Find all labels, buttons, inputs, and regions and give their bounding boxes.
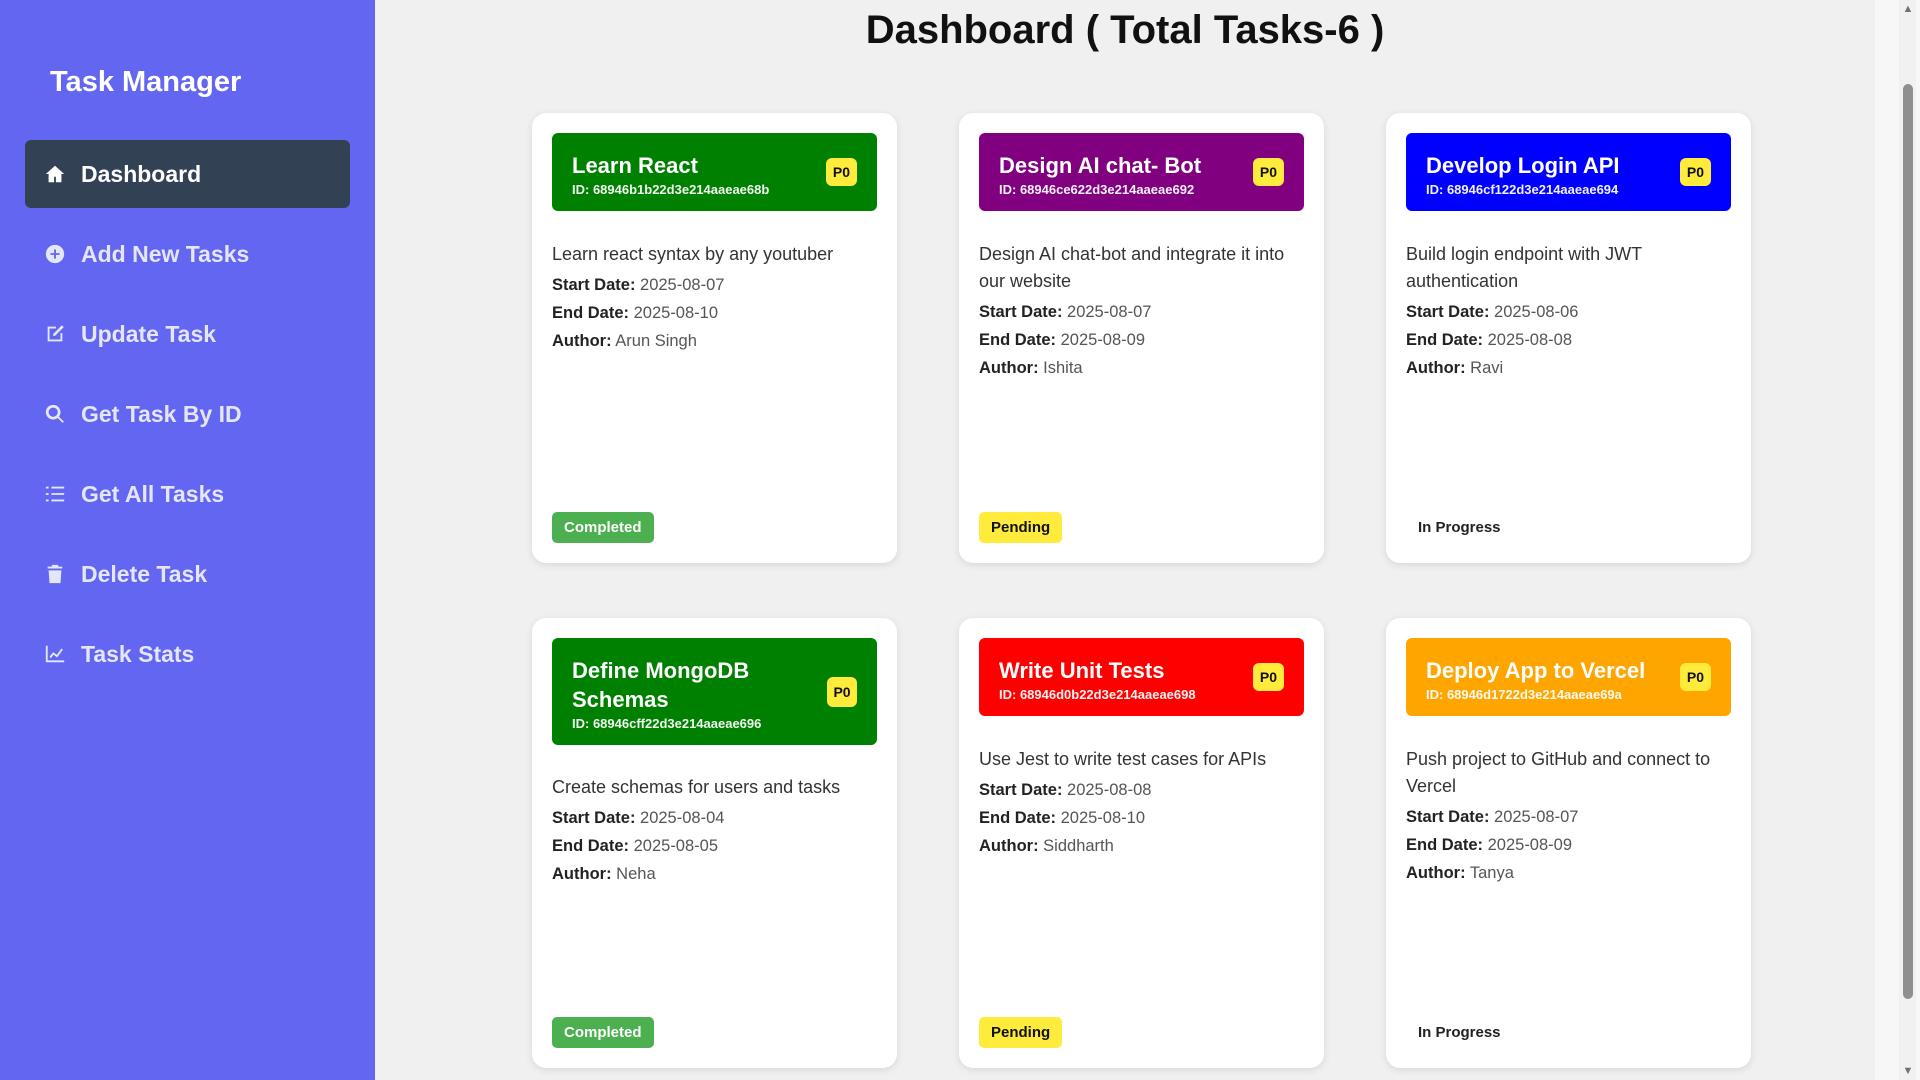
- sidebar-item-get-task-by-id[interactable]: Get Task By ID: [25, 380, 350, 448]
- priority-badge: P0: [1252, 158, 1284, 186]
- sidebar: Task Manager Dashboard Add New Tasks Upd…: [0, 0, 375, 1080]
- priority-badge: P0: [827, 676, 857, 707]
- task-start-date: Start Date: 2025-08-08: [979, 781, 1152, 799]
- task-card[interactable]: Deploy App to Vercel ID: 68946d1722d3e21…: [1386, 618, 1751, 1068]
- task-card-body: Learn react syntax by any youtuber Start…: [552, 241, 877, 355]
- task-card[interactable]: Learn React ID: 68946b1b22d3e214aaeae68b…: [532, 113, 897, 563]
- search-icon: [43, 402, 67, 426]
- task-card-header: Learn React ID: 68946b1b22d3e214aaeae68b…: [552, 133, 877, 211]
- edit-icon: [43, 322, 67, 346]
- task-id: ID: 68946d0b22d3e214aaeae698: [999, 687, 1196, 702]
- task-id: ID: 68946b1b22d3e214aaeae68b: [572, 182, 770, 197]
- task-card-header: Deploy App to Vercel ID: 68946d1722d3e21…: [1406, 638, 1731, 716]
- main-content: Dashboard ( Total Tasks-6 ) Learn React …: [375, 0, 1865, 1080]
- plus-circle-icon: [43, 242, 67, 266]
- task-card[interactable]: Define MongoDB Schemas ID: 68946cff22d3e…: [532, 618, 897, 1068]
- task-title: Develop Login API: [1426, 153, 1620, 178]
- task-description: Push project to GitHub and connect to Ve…: [1406, 749, 1711, 796]
- task-end-date: End Date: 2025-08-08: [1406, 331, 1573, 349]
- sidebar-item-update-task[interactable]: Update Task: [25, 300, 350, 368]
- task-card-body: Create schemas for users and tasks Start…: [552, 774, 877, 888]
- task-card-header: Design AI chat- Bot ID: 68946ce622d3e214…: [979, 133, 1304, 211]
- sidebar-item-label: Delete Task: [81, 560, 208, 587]
- home-icon: [43, 162, 67, 186]
- task-id: ID: 68946cf122d3e214aaeae694: [1426, 182, 1619, 197]
- task-start-date: Start Date: 2025-08-06: [1406, 303, 1579, 321]
- sidebar-item-label: Get All Tasks: [81, 480, 225, 507]
- scrollbar-thumb[interactable]: [1903, 84, 1913, 999]
- status-badge: Completed: [552, 1017, 654, 1048]
- task-card-body: Use Jest to write test cases for APIs St…: [979, 746, 1304, 860]
- task-description: Design AI chat-bot and integrate it into…: [979, 244, 1285, 291]
- sidebar-item-get-all-tasks[interactable]: Get All Tasks: [25, 460, 350, 528]
- scroll-up-arrow-icon[interactable]: ▲: [1901, 2, 1915, 16]
- task-start-date: Start Date: 2025-08-07: [552, 276, 725, 294]
- task-title: Learn React: [572, 153, 698, 178]
- task-author: Author: Neha: [552, 865, 656, 883]
- task-card-header: Define MongoDB Schemas ID: 68946cff22d3e…: [552, 638, 877, 745]
- chart-line-icon: [43, 642, 67, 666]
- task-title: Write Unit Tests: [999, 658, 1165, 683]
- task-id: ID: 68946d1722d3e214aaeae69a: [1426, 687, 1622, 702]
- priority-badge: P0: [1679, 158, 1711, 186]
- task-card-body: Build login endpoint with JWT authentica…: [1406, 241, 1731, 382]
- priority-badge: P0: [825, 158, 857, 186]
- sidebar-item-label: Get Task By ID: [81, 400, 242, 427]
- task-description: Create schemas for users and tasks: [552, 777, 841, 797]
- sidebar-item-label: Dashboard: [81, 160, 202, 187]
- task-card-body: Push project to GitHub and connect to Ve…: [1406, 746, 1731, 887]
- task-card[interactable]: Design AI chat- Bot ID: 68946ce622d3e214…: [959, 113, 1324, 563]
- list-icon: [43, 482, 67, 506]
- task-end-date: End Date: 2025-08-09: [1406, 836, 1573, 854]
- task-start-date: Start Date: 2025-08-07: [979, 303, 1152, 321]
- task-description: Learn react syntax by any youtuber: [552, 244, 834, 264]
- scroll-down-arrow-icon[interactable]: ▼: [1901, 1064, 1915, 1078]
- sidebar-item-dashboard[interactable]: Dashboard: [25, 140, 350, 208]
- status-badge: In Progress: [1406, 512, 1513, 543]
- page-title: Dashboard ( Total Tasks-6 ): [865, 8, 1385, 52]
- priority-badge: P0: [1679, 663, 1711, 691]
- task-author: Author: Ravi: [1406, 359, 1504, 377]
- sidebar-item-label: Add New Tasks: [81, 240, 250, 267]
- sidebar-item-task-stats[interactable]: Task Stats: [25, 620, 350, 688]
- task-end-date: End Date: 2025-08-05: [552, 837, 719, 855]
- task-title: Design AI chat- Bot: [999, 153, 1202, 178]
- task-id: ID: 68946cff22d3e214aaeae696: [572, 716, 762, 731]
- task-author: Author: Arun Singh: [552, 332, 697, 350]
- task-card-header: Write Unit Tests ID: 68946d0b22d3e214aae…: [979, 638, 1304, 716]
- task-description: Build login endpoint with JWT authentica…: [1406, 244, 1642, 291]
- task-id: ID: 68946ce622d3e214aaeae692: [999, 182, 1195, 197]
- task-end-date: End Date: 2025-08-10: [552, 304, 719, 322]
- priority-badge: P0: [1252, 663, 1284, 691]
- task-end-date: End Date: 2025-08-09: [979, 331, 1146, 349]
- task-card[interactable]: Write Unit Tests ID: 68946d0b22d3e214aae…: [959, 618, 1324, 1068]
- sidebar-item-add-new-tasks[interactable]: Add New Tasks: [25, 220, 350, 288]
- task-author: Author: Ishita: [979, 359, 1083, 377]
- sidebar-item-delete-task[interactable]: Delete Task: [25, 540, 350, 608]
- task-start-date: Start Date: 2025-08-04: [552, 809, 725, 827]
- task-description: Use Jest to write test cases for APIs: [979, 749, 1267, 769]
- task-end-date: End Date: 2025-08-10: [979, 809, 1146, 827]
- sidebar-item-label: Update Task: [81, 320, 217, 347]
- app-title: Task Manager: [50, 66, 242, 98]
- task-author: Author: Tanya: [1406, 864, 1514, 882]
- task-start-date: Start Date: 2025-08-07: [1406, 808, 1579, 826]
- task-title: Define MongoDB Schemas: [572, 658, 750, 712]
- sidebar-item-label: Task Stats: [81, 640, 195, 667]
- status-badge: In Progress: [1406, 1017, 1513, 1048]
- task-card-body: Design AI chat-bot and integrate it into…: [979, 241, 1304, 382]
- status-badge: Pending: [979, 1017, 1063, 1048]
- task-card-header: Develop Login API ID: 68946cf122d3e214aa…: [1406, 133, 1731, 211]
- trash-icon: [43, 562, 67, 586]
- status-badge: Pending: [979, 512, 1063, 543]
- task-card[interactable]: Develop Login API ID: 68946cf122d3e214aa…: [1386, 113, 1751, 563]
- status-badge: Completed: [552, 512, 654, 543]
- task-author: Author: Siddharth: [979, 837, 1114, 855]
- scrollbar[interactable]: ▲ ▼: [1875, 0, 1920, 1080]
- task-title: Deploy App to Vercel: [1426, 658, 1646, 683]
